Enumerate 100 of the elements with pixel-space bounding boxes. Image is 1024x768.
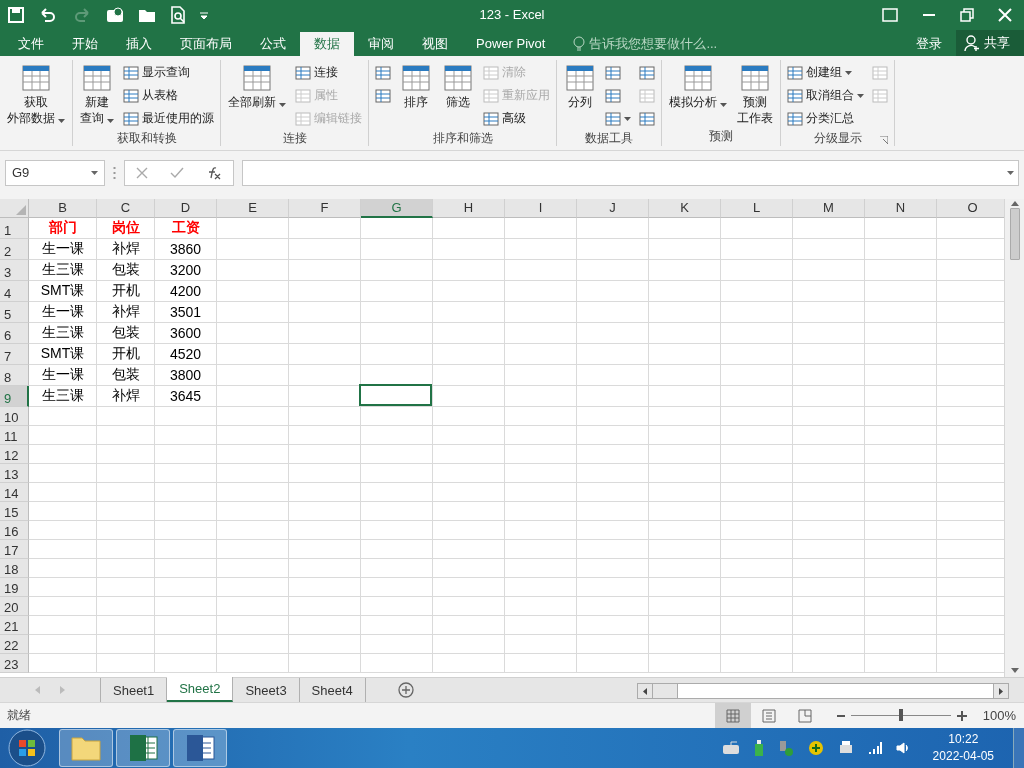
ribbon-button[interactable]: 连接 [293,61,364,84]
table-cell [217,634,289,654]
ribbon-tab[interactable]: 文件 [4,31,58,56]
grid-icon [375,87,391,104]
scroll-thumb[interactable] [677,684,993,699]
clock-date[interactable]: 2022-04-05 [932,748,994,765]
ribbon-button[interactable]: 显示查询 [121,61,216,84]
table-cell [217,322,289,344]
start-button[interactable] [8,729,46,767]
ribbon-tab[interactable]: Power Pivot [462,31,560,56]
table-cell [97,596,155,616]
row-header[interactable]: 6 [0,322,29,344]
ribbon-button-label[interactable]: 分列 [568,93,592,110]
table-cell [433,322,505,344]
ribbon-tab[interactable]: 审阅 [354,31,408,56]
scroll-thumb[interactable] [1009,207,1020,260]
sheet-tab[interactable]: Sheet2 [167,677,234,702]
show-desktop-button[interactable] [1013,728,1024,768]
zoom-level[interactable]: 100% [982,708,1016,723]
ribbon-button-label[interactable]: 获取 [24,93,48,110]
grid-icon [639,110,655,127]
group-label: 分级显示 [813,129,862,147]
row-header[interactable]: 8 [0,364,29,386]
row-header[interactable]: 3 [0,259,29,281]
table-cell [155,558,217,578]
table-cell: 4200 [155,280,217,302]
table-cell [155,482,217,502]
ribbon-button[interactable]: 高级 [481,107,552,130]
plug-check-icon [777,740,794,756]
table-cell [505,259,577,281]
tell-me-field[interactable]: 告诉我您想要做什么... [589,34,718,53]
ribbon-tab[interactable]: 数据 [300,31,354,56]
row-header[interactable]: 1 [0,217,29,239]
table-cell [217,301,289,323]
table-cell [577,385,649,407]
clock-time[interactable]: 10:22 [948,731,979,748]
table-cell [155,539,217,559]
table-cell [289,520,361,540]
table-cell [289,482,361,502]
ribbon-button-label[interactable]: 查询 [80,109,114,127]
zoom-slider-thumb[interactable] [898,709,903,721]
table-cell: 岗位 [97,217,155,239]
name-box[interactable]: G9 [5,159,105,186]
ribbon-tab[interactable]: 公式 [246,31,300,56]
ribbon-button-label[interactable]: 排序 [404,93,428,110]
row-header[interactable]: 9 [0,385,29,407]
table-cell [289,322,361,344]
table-cell [289,634,361,654]
taskbar-app[interactable] [173,729,227,767]
table-cell [361,482,433,502]
ribbon-tab[interactable]: 开始 [58,31,112,56]
row-header[interactable]: 5 [0,301,29,323]
table-cell [433,558,505,578]
table-cell [649,343,721,365]
table-cell [793,558,865,578]
table-cell [361,615,433,635]
table-cell [577,634,649,654]
windows-logo-icon [8,729,46,767]
vertical-scrollbar[interactable] [1004,198,1024,678]
scroll-left-icon [35,686,40,695]
ribbon-button-label[interactable]: 工作表 [737,109,773,126]
row-header[interactable]: 7 [0,343,29,365]
ribbon-button[interactable]: 取消组合 [785,84,866,107]
keyboard-icon [721,741,740,755]
ribbon-button[interactable]: 分类汇总 [785,107,866,130]
table-cell [793,425,865,445]
horizontal-scrollbar[interactable] [637,683,1009,700]
share-button[interactable]: 共享 [956,29,1024,56]
ribbon-button-label[interactable]: 新建 [85,93,109,110]
login-link[interactable]: 登录 [902,31,956,56]
taskbar-app[interactable] [116,729,170,767]
table-cell [433,463,505,483]
row-header[interactable]: 4 [0,280,29,302]
grid-icon [295,64,311,81]
row-header[interactable]: 2 [0,238,29,260]
ribbon-button[interactable]: 创建组 [785,61,866,84]
ribbon-button[interactable]: 从表格 [121,84,216,107]
table-cell [577,577,649,597]
table-cell [97,444,155,464]
table-cell [361,501,433,521]
table-cell [793,444,865,464]
table-cell [505,615,577,635]
table-cell [97,482,155,502]
ribbon-button-label[interactable]: 外部数据 [7,109,65,127]
caret-icon [279,102,286,107]
view-button[interactable] [714,703,751,728]
table-cell [721,463,793,483]
ribbon-tab[interactable]: 视图 [408,31,462,56]
ribbon-button[interactable]: 最近使用的源 [121,107,216,130]
table-cell: 生一课 [29,364,97,386]
table-cell: 开机 [97,343,155,365]
ribbon-tab[interactable]: 插入 [112,31,166,56]
table-cell [649,463,721,483]
ribbon-button-label[interactable]: 全部刷新 [228,93,286,111]
table-cell [217,596,289,616]
ribbon-button-label[interactable]: 筛选 [446,93,470,110]
formula-field[interactable] [242,159,1019,186]
ribbon-tab[interactable]: 页面布局 [166,31,246,56]
ribbon-button-label[interactable]: 模拟分析 [669,93,727,111]
ribbon-button-label[interactable]: 预测 [743,93,767,110]
